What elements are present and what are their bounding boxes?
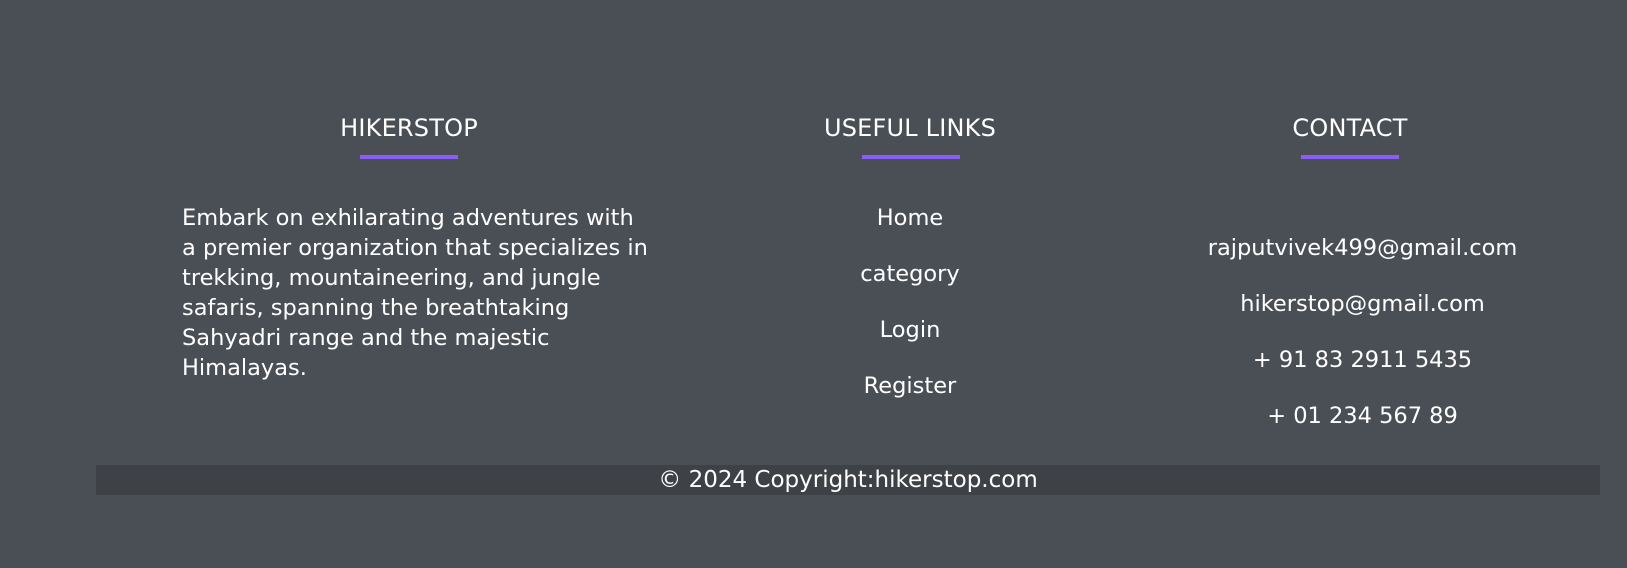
useful-links-title: USEFUL LINKS [823, 114, 997, 142]
contact-email-secondary: hikerstop@gmail.com [1240, 291, 1485, 317]
brand-title: HIKERSTOP [340, 114, 478, 142]
category-link[interactable]: category [860, 261, 959, 287]
contact-email-primary: rajputvivek499@gmail.com [1207, 235, 1518, 261]
site-footer: HIKERSTOP Embark on exhilarating adventu… [0, 0, 1627, 568]
contact-list: rajputvivek499@gmail.com hikerstop@gmail… [1150, 233, 1575, 457]
brand-title-underline [360, 155, 458, 159]
contact-phone-primary: + 91 83 2911 5435 [1252, 347, 1473, 373]
link-item-category: category [810, 259, 1010, 315]
login-link[interactable]: Login [880, 317, 941, 343]
useful-links-title-underline [862, 155, 960, 159]
link-item-register: Register [810, 371, 1010, 427]
copyright-bar: © 2024 Copyright:hikerstop.com [96, 465, 1600, 495]
link-item-home: Home [810, 203, 1010, 259]
useful-links-list: Home category Login Register [810, 203, 1010, 427]
link-item-login: Login [810, 315, 1010, 371]
home-link[interactable]: Home [877, 205, 943, 231]
contact-title-underline [1301, 155, 1399, 159]
brand-description: Embark on exhilarating adventures with a… [182, 205, 648, 381]
contact-phone-secondary: + 01 234 567 89 [1267, 403, 1458, 429]
contact-title: CONTACT [1292, 114, 1408, 142]
register-link[interactable]: Register [864, 373, 957, 399]
